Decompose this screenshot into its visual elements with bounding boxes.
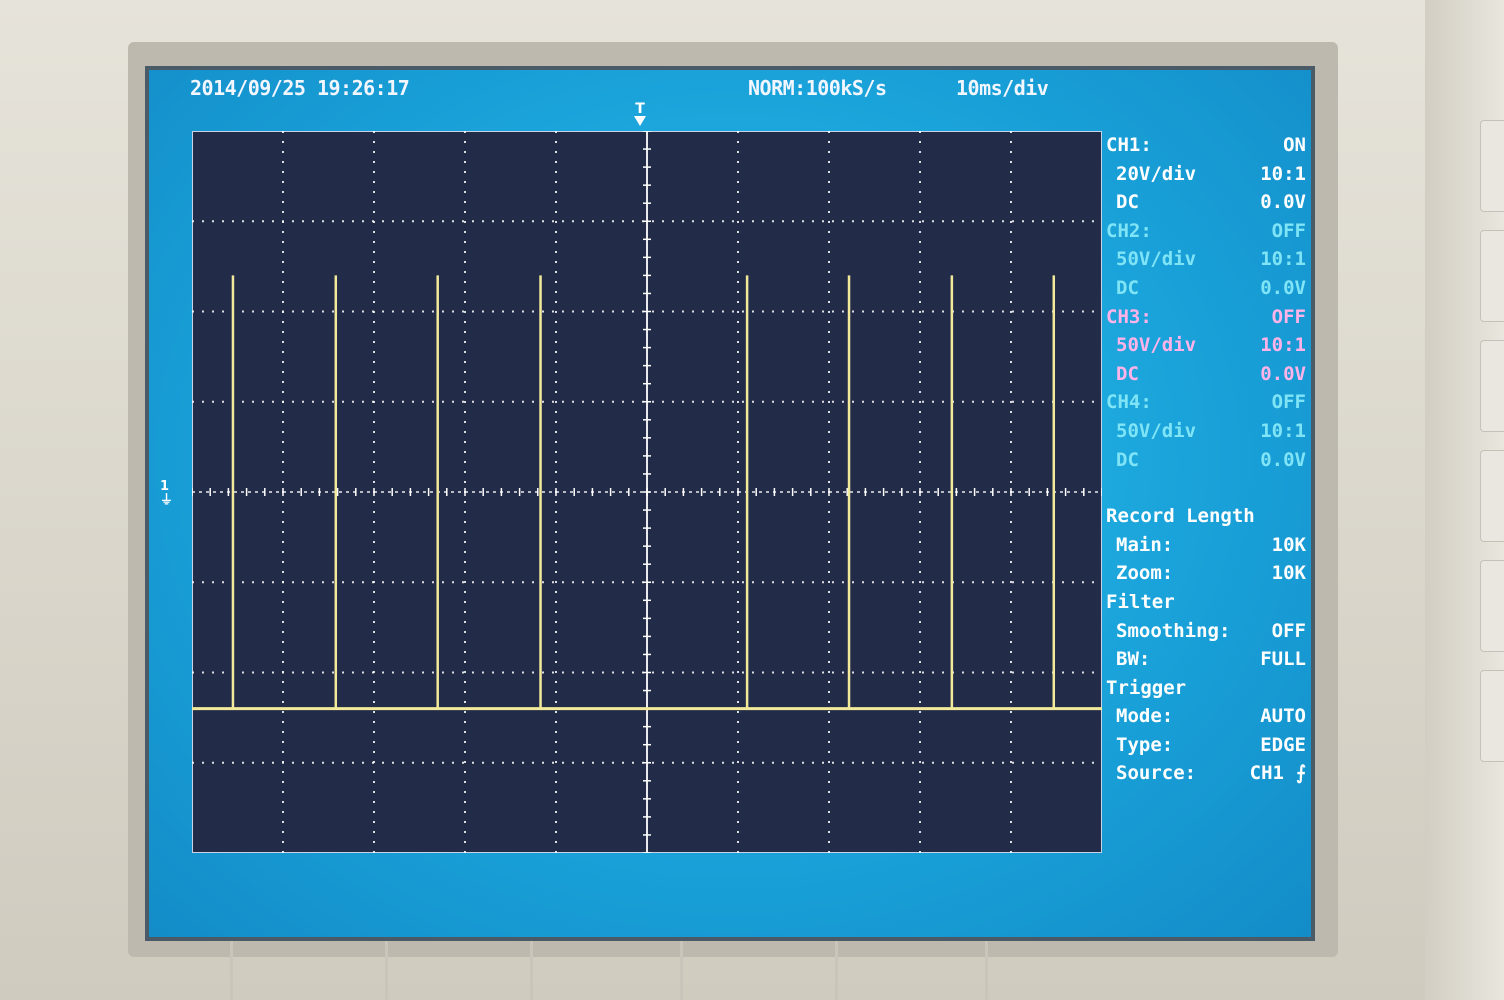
ch4-probe: 10:1 [1260, 419, 1306, 442]
ch3-offset: 0.0V [1260, 362, 1306, 385]
graticule [191, 130, 1103, 854]
ch4-coupling: DC [1116, 448, 1139, 471]
filter-smoothing-row: Smoothing: OFF [1106, 620, 1306, 649]
ch4-scale-row: 50V/div 10:1 [1106, 420, 1306, 449]
rising-edge-icon: ⨍ [1296, 762, 1306, 785]
ch3-coupling-row: DC 0.0V [1106, 363, 1306, 392]
ch2-state: OFF [1271, 219, 1306, 242]
trigger-type-row: Type: EDGE [1106, 734, 1306, 763]
ch1-label: CH1: [1106, 134, 1152, 156]
trigger-header: Trigger [1106, 677, 1306, 706]
panel-slot [1480, 450, 1504, 542]
timebase-readout: 10ms/div [956, 76, 1049, 100]
ch2-label: CH2: [1106, 219, 1152, 242]
filter-bw-value: FULL [1260, 648, 1306, 671]
ch1-probe: 10:1 [1260, 162, 1306, 185]
trigger-mode-value: AUTO [1260, 705, 1306, 728]
trigger-type-label: Type: [1116, 733, 1174, 756]
softkey-divider [230, 941, 233, 1000]
ch1-coupling-row: DC 0.0V [1106, 191, 1306, 220]
record-zoom-label: Zoom: [1116, 562, 1174, 585]
ground-icon: ⏚ [160, 493, 174, 508]
ch3-coupling: DC [1116, 362, 1139, 385]
softkey-bar [145, 941, 1315, 1000]
ch1-ground-label: 1 [160, 479, 170, 494]
softkey-divider [385, 941, 388, 1000]
filter-bw-row: BW: FULL [1106, 648, 1306, 677]
ch1-ground-marker[interactable]: 1 ⏚ [160, 480, 186, 510]
ch1-scale-row: 20V/div 10:1 [1106, 163, 1306, 192]
ch1-offset: 0.0V [1260, 191, 1306, 214]
softkey-divider [835, 941, 838, 1000]
ch2-offset: 0.0V [1260, 276, 1306, 299]
filter-title: Filter [1106, 590, 1175, 613]
ch4-label: CH4: [1106, 391, 1152, 414]
ch1-volts-div: 20V/div [1116, 162, 1197, 185]
trigger-position-marker[interactable]: T [632, 100, 648, 126]
record-main-value: 10K [1271, 533, 1306, 556]
ch3-probe: 10:1 [1260, 334, 1306, 357]
record-length-title: Record Length [1106, 505, 1255, 528]
ch4-state: OFF [1271, 391, 1306, 414]
trigger-source-row: Source: CH1 ⨍ [1106, 762, 1306, 791]
ch2-coupling: DC [1116, 276, 1139, 299]
record-zoom-row: Zoom: 10K [1106, 562, 1306, 591]
ch4-header-row[interactable]: CH4: OFF [1106, 391, 1306, 420]
record-main-label: Main: [1116, 533, 1174, 556]
filter-smoothing-label: Smoothing: [1116, 619, 1231, 642]
panel-slot [1480, 560, 1504, 652]
panel-slot [1480, 230, 1504, 322]
softkey-divider [530, 941, 533, 1000]
panel-slot [1480, 340, 1504, 432]
ch1-state: ON [1283, 134, 1306, 156]
filter-bw-label: BW: [1116, 648, 1151, 671]
trigger-source-label: Source: [1116, 762, 1197, 785]
ch4-coupling-row: DC 0.0V [1106, 449, 1306, 478]
ch3-volts-div: 50V/div [1116, 334, 1197, 357]
ch2-volts-div: 50V/div [1116, 248, 1197, 271]
record-zoom-value: 10K [1271, 562, 1306, 585]
acquisition-mode: NORM:100kS/s [748, 76, 887, 100]
trigger-source-value: CH1 [1249, 762, 1284, 785]
trigger-type-value: EDGE [1260, 733, 1306, 756]
filter-header: Filter [1106, 591, 1306, 620]
trigger-title: Trigger [1106, 676, 1187, 699]
ch2-probe: 10:1 [1260, 248, 1306, 271]
ch4-offset: 0.0V [1260, 448, 1306, 471]
ch3-header-row[interactable]: CH3: OFF [1106, 306, 1306, 335]
ch3-state: OFF [1271, 305, 1306, 328]
trigger-mode-row: Mode: AUTO [1106, 705, 1306, 734]
ch2-coupling-row: DC 0.0V [1106, 277, 1306, 306]
trigger-mode-label: Mode: [1116, 705, 1174, 728]
ch1-header-row[interactable]: CH1: ON [1106, 134, 1306, 163]
record-main-row: Main: 10K [1106, 534, 1306, 563]
panel-slot [1480, 120, 1504, 212]
record-length-header: Record Length [1106, 505, 1306, 534]
softkey-divider [985, 941, 988, 1000]
ch4-volts-div: 50V/div [1116, 419, 1197, 442]
ch2-header-row[interactable]: CH2: OFF [1106, 220, 1306, 249]
side-info-panel: CH1: ON 20V/div 10:1 DC 0.0V CH2: OFF 50… [1106, 134, 1306, 791]
ch1-coupling: DC [1116, 191, 1139, 214]
datetime-readout: 2014/09/25 19:26:17 [190, 76, 410, 100]
waveform-display [191, 130, 1103, 854]
ch3-scale-row: 50V/div 10:1 [1106, 334, 1306, 363]
ch2-scale-row: 50V/div 10:1 [1106, 248, 1306, 277]
front-panel-right [1425, 0, 1504, 1000]
filter-smoothing-value: OFF [1271, 619, 1306, 642]
ch3-label: CH3: [1106, 305, 1152, 328]
softkey-divider [680, 941, 683, 1000]
panel-slot [1480, 670, 1504, 762]
